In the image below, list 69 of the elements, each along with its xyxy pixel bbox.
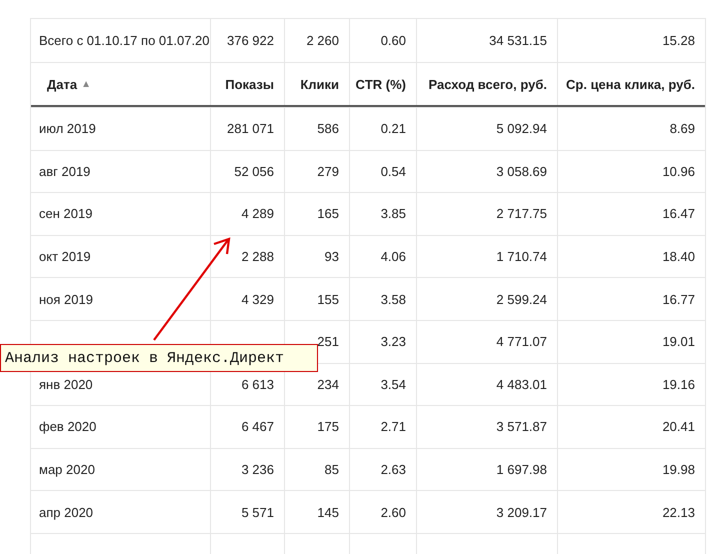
table-cell: 16.77 <box>557 278 705 320</box>
table-cell-text: янв 2020 <box>38 376 94 394</box>
table-cell: 2 288 <box>210 236 284 278</box>
table-cell: 4.06 <box>349 236 416 278</box>
table-cell: 4 771.07 <box>416 320 557 363</box>
summary-value: 0.60 <box>349 19 416 62</box>
table-cell-text: авг 2019 <box>38 162 92 181</box>
table-cell: 8.69 <box>557 108 705 150</box>
table-cell: 4 329 <box>210 278 284 320</box>
table-cell: 155 <box>284 278 349 320</box>
summary-value: 376 922 <box>210 19 284 62</box>
table-cell: 145 <box>284 491 349 533</box>
table-cell: 20.41 <box>557 406 705 448</box>
table-cell: 2.63 <box>349 448 416 490</box>
table-cell: 10.96 <box>557 150 705 192</box>
table-cell: 3.85 <box>349 193 416 235</box>
table-cell: 93 <box>284 236 349 278</box>
summary-value: 15.28 <box>557 19 705 62</box>
table-cell: 586 <box>284 108 349 150</box>
table-cell: 4 289 <box>210 193 284 235</box>
table-cell: 52 056 <box>210 150 284 192</box>
table-cell: 3 571.87 <box>416 406 557 448</box>
table-cell: 19.16 <box>557 364 705 406</box>
table-cell: 165 <box>284 193 349 235</box>
table-cell: 1 710.74 <box>416 236 557 278</box>
table-cell: 3 236 <box>210 448 284 490</box>
table-cell-text: апр 2020 <box>38 504 94 522</box>
table-cell-text: окт 2019 <box>38 248 92 266</box>
table-cell-text: июл 2019 <box>38 120 97 138</box>
table-cell-text: фев 2020 <box>38 418 98 436</box>
table-cell-text: сен 2019 <box>38 205 94 224</box>
table-cell: 3 058.69 <box>416 150 557 192</box>
table-cell: 4 483.01 <box>416 364 557 406</box>
table-cell-text: мар 2020 <box>38 461 96 480</box>
table-cell: 175 <box>284 406 349 448</box>
table-cell: 281 071 <box>210 108 284 150</box>
table-cell-text: ноя 2019 <box>38 290 94 309</box>
table-cell: 2.71 <box>349 406 416 448</box>
column-header[interactable]: Дата <box>47 76 78 92</box>
table-cell: 19.01 <box>557 320 705 363</box>
column-header[interactable]: Расход всего, руб. <box>416 63 557 105</box>
column-header[interactable]: Показы <box>210 63 284 105</box>
table-cell: 6 467 <box>210 406 284 448</box>
sort-indicator[interactable]: ▲ <box>81 78 91 90</box>
table-cell: 3.54 <box>349 364 416 406</box>
table-cell: 18.40 <box>557 236 705 278</box>
table-cell: 2.60 <box>349 491 416 533</box>
column-header[interactable]: Ср. цена клика, руб. <box>557 63 705 105</box>
table-cell: 3.58 <box>349 278 416 320</box>
table-cell: 22.13 <box>557 491 705 533</box>
table-cell: 85 <box>284 448 349 490</box>
table-cell: 279 <box>284 150 349 192</box>
table-cell: 0.21 <box>349 108 416 150</box>
column-header[interactable]: Клики <box>284 63 349 105</box>
table-cell: 16.47 <box>557 193 705 235</box>
table-cell: 2 599.24 <box>416 278 557 320</box>
table-cell: 5 092.94 <box>416 108 557 150</box>
summary-label: Всего с 01.10.17 по 01.07.20 <box>38 32 210 50</box>
table-cell: 19.98 <box>557 448 705 490</box>
summary-value: 2 260 <box>284 19 349 62</box>
table-cell: 0.54 <box>349 150 416 192</box>
table-cell: 5 571 <box>210 491 284 533</box>
column-header[interactable]: CTR (%) <box>349 63 416 105</box>
table-cell: 3.23 <box>349 320 416 363</box>
table-cell: 3 209.17 <box>416 491 557 533</box>
table-cell: 2 717.75 <box>416 193 557 235</box>
annotation-callout: Анализ настроек в Яндекс.Директ <box>0 344 318 372</box>
summary-value: 34 531.15 <box>416 19 557 62</box>
table-cell: 1 697.98 <box>416 448 557 490</box>
